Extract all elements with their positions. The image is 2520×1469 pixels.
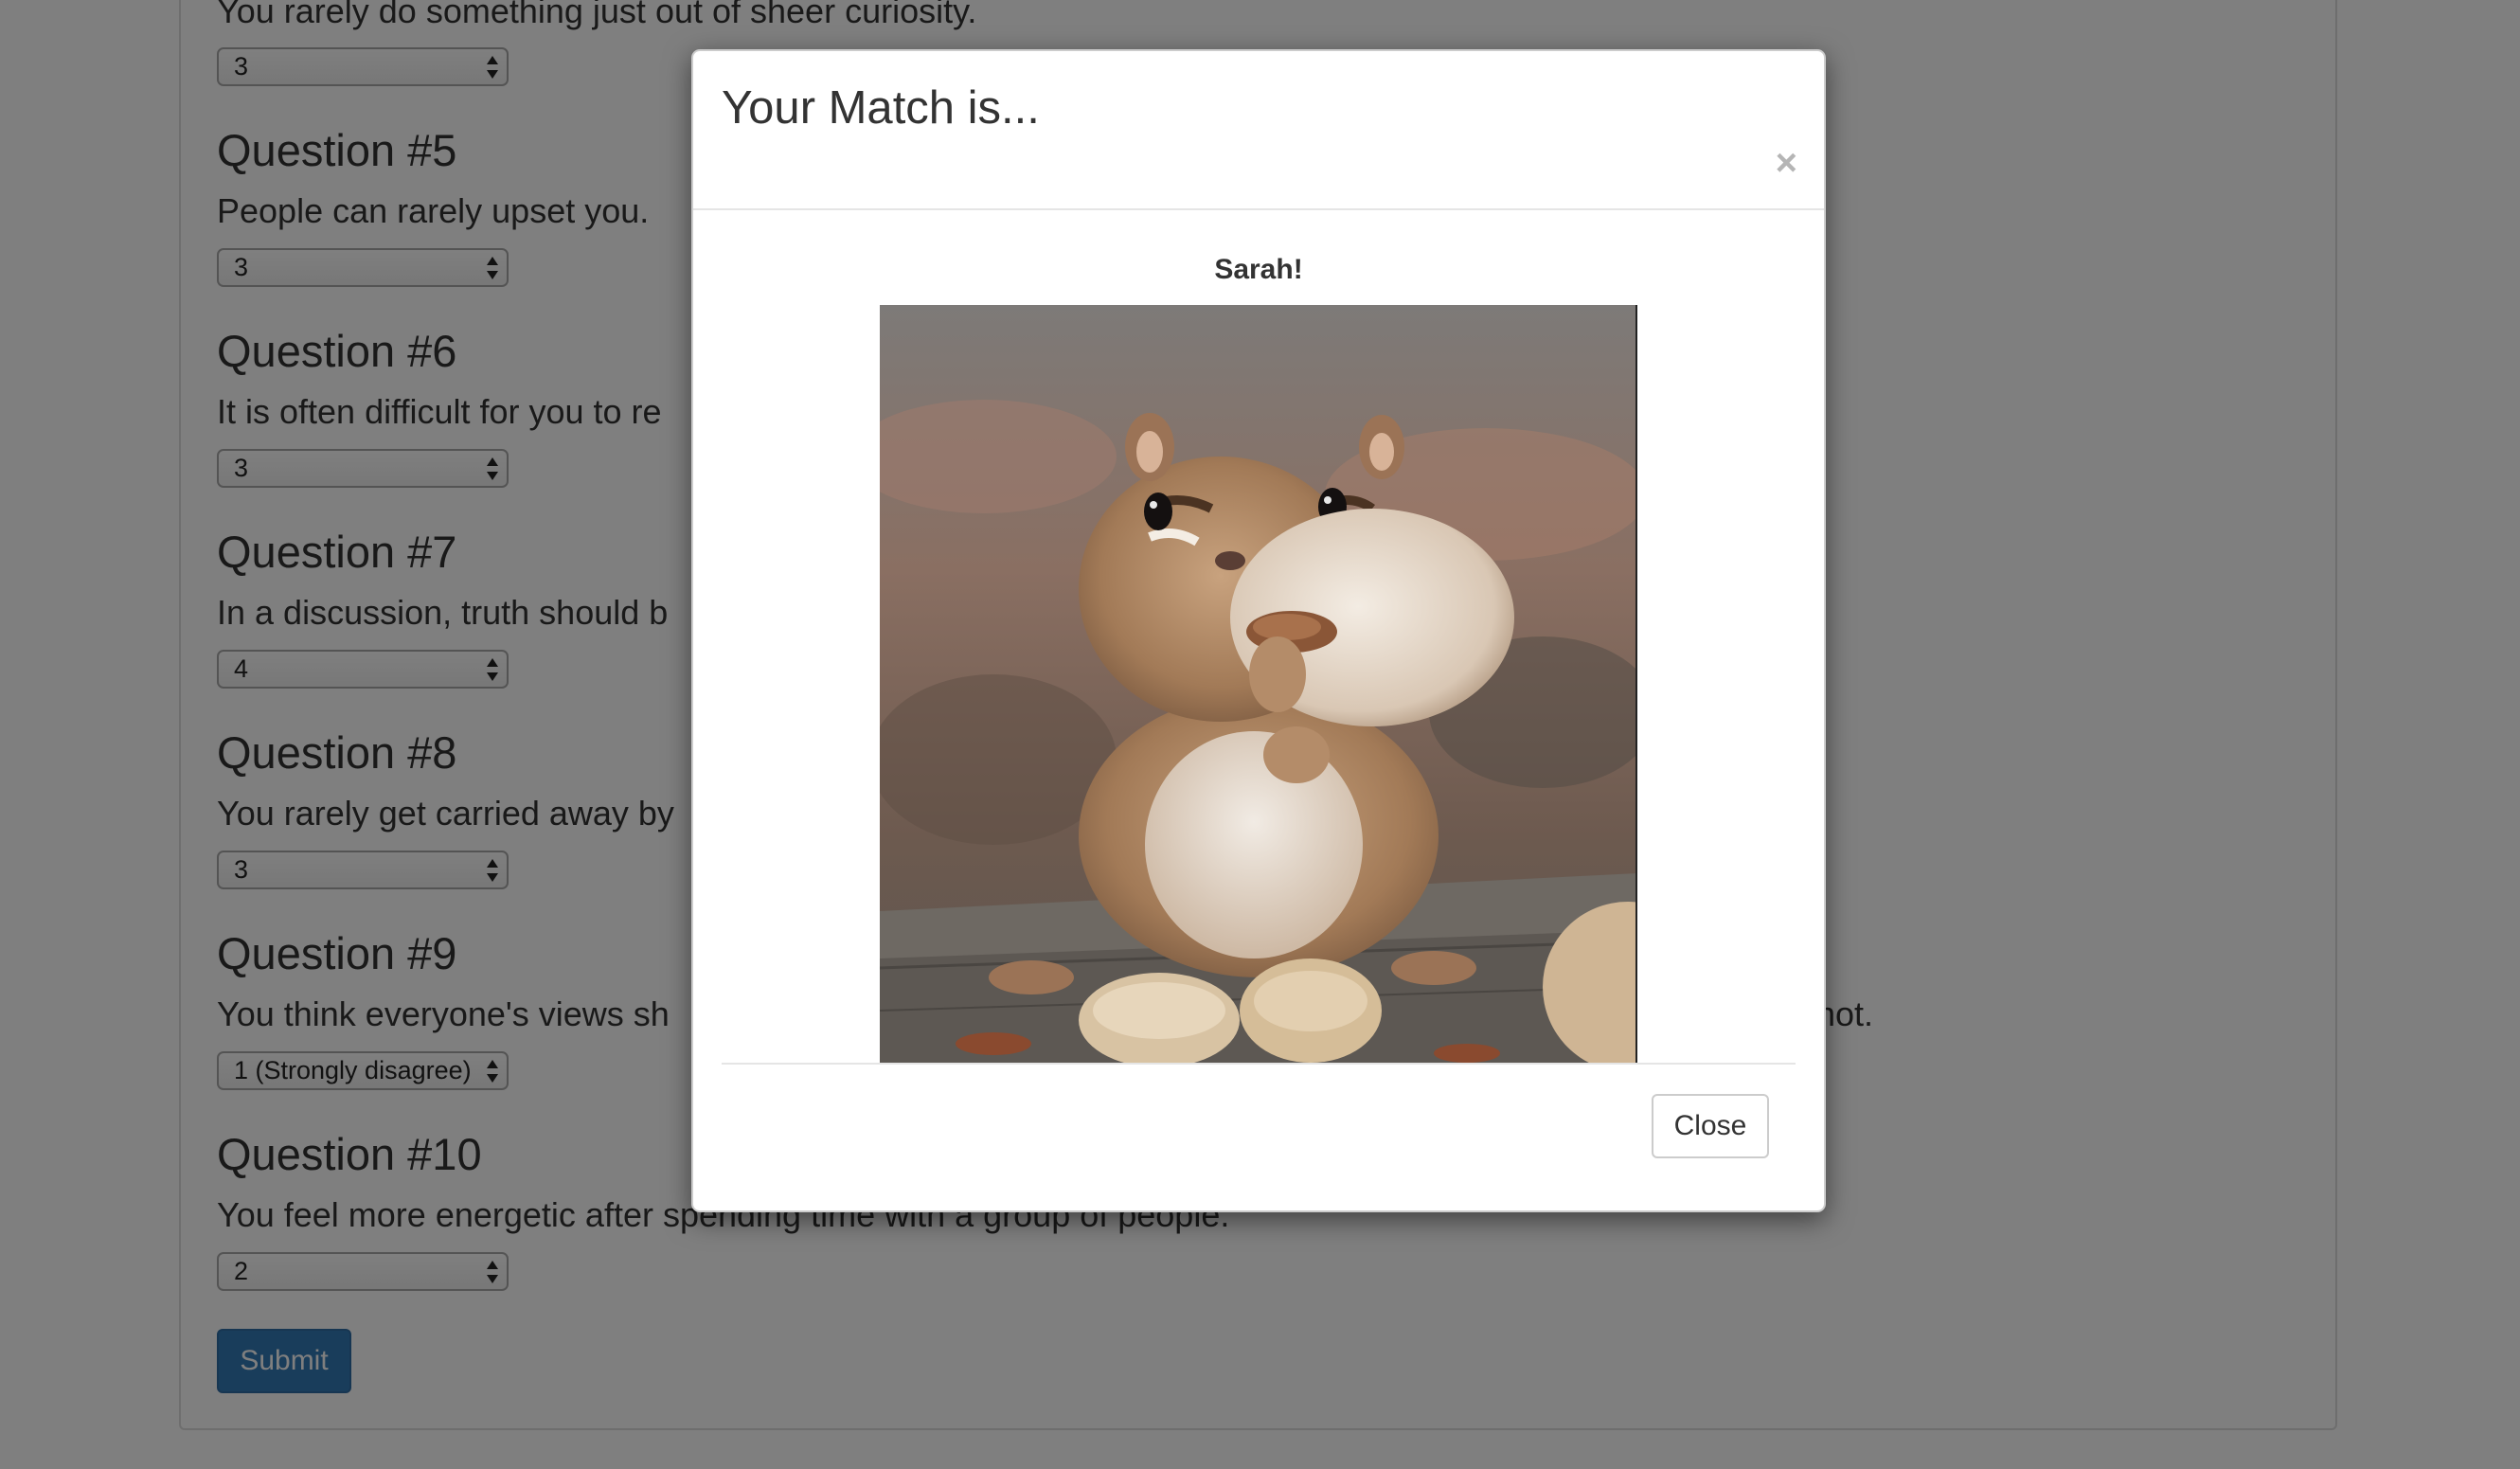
modal-footer-divider — [722, 1063, 1796, 1065]
chipmunk-photo — [880, 305, 1637, 1063]
modal-title: Your Match is... — [722, 82, 1040, 134]
match-name: Sarah! — [1214, 254, 1303, 285]
close-icon[interactable]: × — [1776, 144, 1797, 182]
modal-header-divider — [693, 208, 1824, 210]
close-button[interactable]: Close — [1652, 1094, 1769, 1158]
match-modal: Your Match is... × Sarah! Close — [691, 49, 1826, 1212]
